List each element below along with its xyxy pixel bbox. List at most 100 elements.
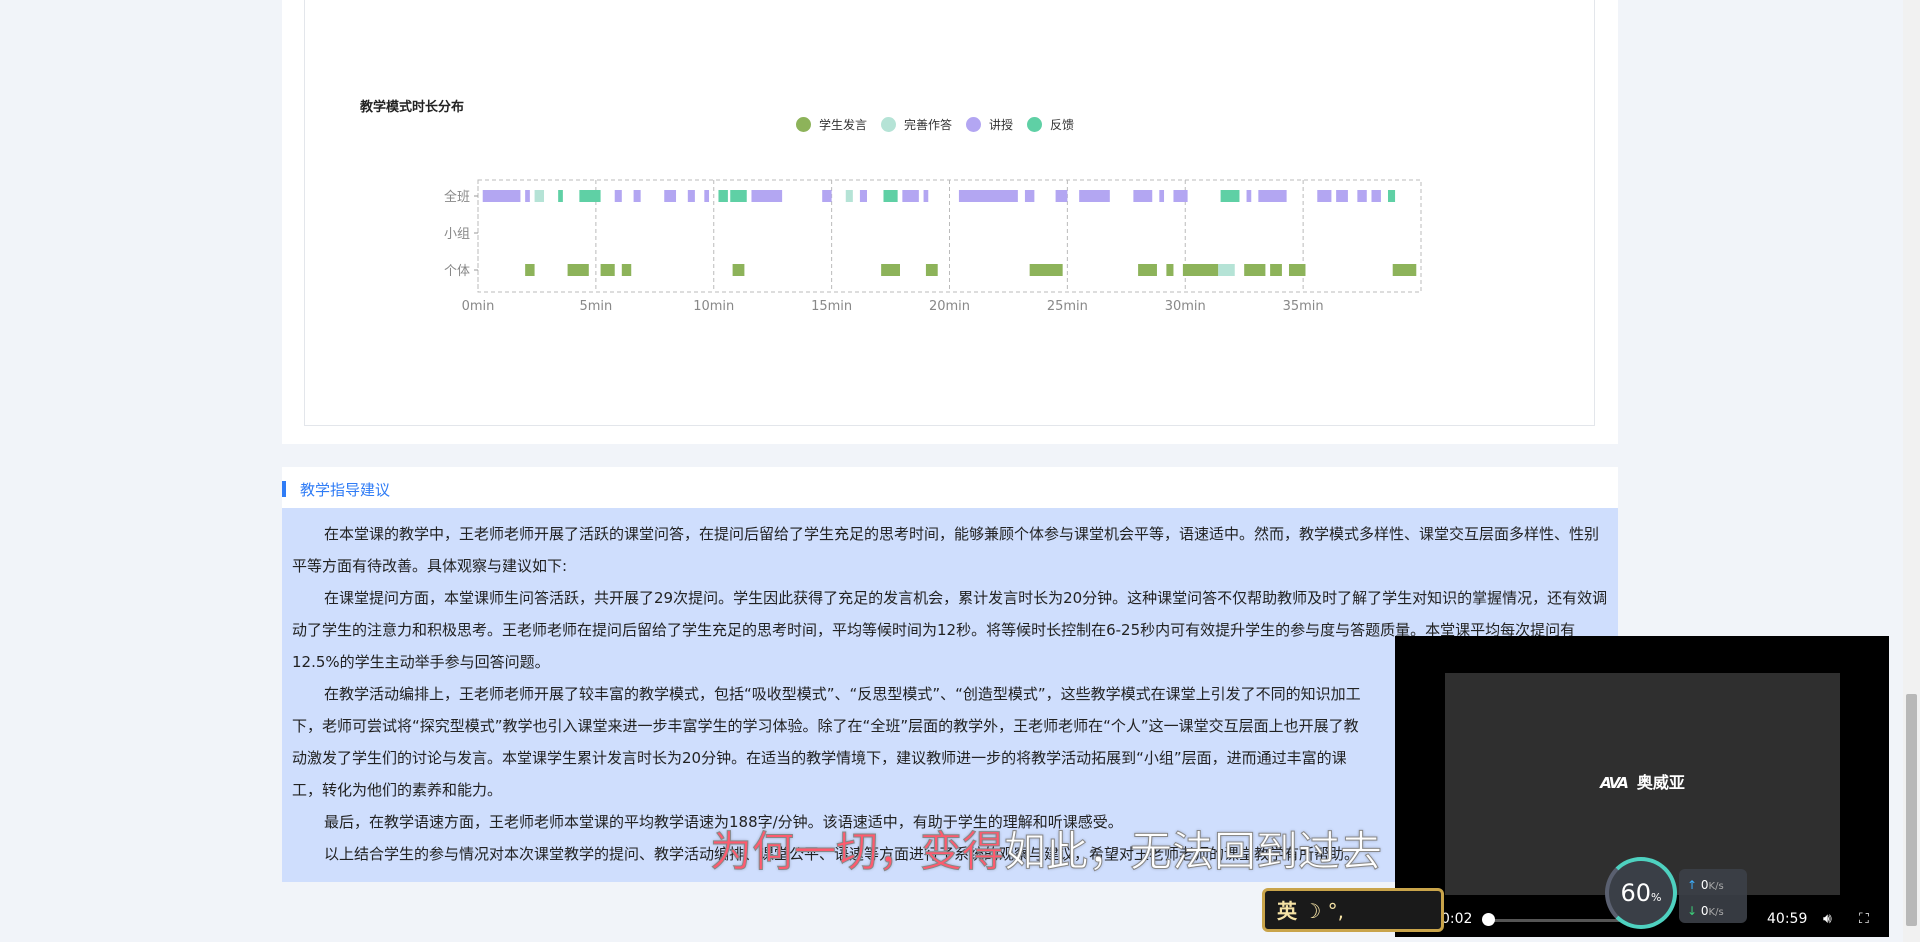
timeline-segment bbox=[482, 190, 521, 202]
timeline-segment bbox=[525, 264, 535, 276]
usage-percent: 60 bbox=[1620, 879, 1652, 907]
download-speed: 0 bbox=[1700, 904, 1709, 918]
y-tick-label: 全班 bbox=[444, 189, 470, 205]
timeline-segment bbox=[925, 264, 938, 276]
x-tick-label: 5min bbox=[579, 299, 612, 314]
timeline-segment bbox=[718, 190, 728, 202]
netspeed-widget[interactable]: 60% ↑ 0K/s ↓ 0K/s bbox=[1605, 855, 1755, 935]
total-time: 40:59 bbox=[1767, 911, 1808, 927]
y-tick-label: 小组 bbox=[444, 227, 470, 242]
download-arrow-icon: ↓ bbox=[1687, 904, 1698, 918]
timeline-segment bbox=[1258, 190, 1287, 202]
legend-item[interactable]: 学生发言 bbox=[796, 116, 867, 133]
timeline-segment bbox=[732, 264, 745, 276]
fullscreen-icon[interactable]: ⛶ bbox=[1859, 911, 1869, 927]
timeline-segment bbox=[1270, 264, 1282, 276]
ava-logo-icon: AVA bbox=[1600, 774, 1629, 792]
timeline-segment bbox=[883, 190, 898, 202]
timeline-segment bbox=[1133, 190, 1153, 202]
timeline-segment bbox=[822, 190, 832, 202]
upload-arrow-icon: ↑ bbox=[1687, 878, 1698, 892]
timeline-segment bbox=[751, 190, 783, 202]
timeline-segment bbox=[633, 190, 641, 202]
x-tick-label: 20min bbox=[929, 299, 970, 314]
timeline-segment bbox=[1079, 190, 1110, 202]
timeline-segment bbox=[664, 190, 677, 202]
legend-item[interactable]: 完善作答 bbox=[881, 116, 952, 133]
chart-legend[interactable]: 学生发言 完善作答 讲授 反馈 bbox=[796, 116, 1074, 133]
timeline-segment bbox=[1024, 190, 1035, 202]
timeline-segment bbox=[1288, 264, 1306, 276]
current-time: 0:02 bbox=[1441, 911, 1473, 927]
x-tick-label: 10min bbox=[693, 299, 734, 314]
timeline-segment bbox=[1392, 264, 1417, 276]
timeline-segment bbox=[600, 264, 615, 276]
timeline-segment bbox=[1173, 190, 1188, 202]
x-tick-label: 30min bbox=[1165, 299, 1206, 314]
timeline-chart: 0min 5min 10min 15min 20min 25min 30min 35min 全班… bbox=[444, 179, 1422, 314]
timeline-segment bbox=[621, 264, 632, 276]
x-tick-label: 0min bbox=[462, 299, 495, 314]
advice-paragraph: 在本堂课的教学中，王老师老师开展了活跃的课堂问答，在提问后留给了学生充足的思考时… bbox=[292, 525, 1600, 575]
timeline-segment bbox=[730, 190, 747, 202]
x-tick-label: 25min bbox=[1047, 299, 1088, 314]
x-tick-label: 15min bbox=[811, 299, 852, 314]
timeline-segment bbox=[1336, 190, 1348, 202]
usage-unit: % bbox=[1651, 890, 1662, 904]
subtitle-part: 如此，无法回到过去 bbox=[1004, 827, 1383, 877]
chart-title: 教学模式时长分布 bbox=[360, 100, 465, 115]
timeline-segment bbox=[579, 190, 601, 202]
legend-label: 学生发言 bbox=[819, 118, 868, 132]
timeline-segment bbox=[687, 190, 695, 202]
timeline-segment bbox=[958, 190, 1018, 202]
timeline-segment bbox=[1029, 264, 1063, 276]
brand-name: 奥威亚 bbox=[1636, 773, 1685, 792]
y-tick-label: 个体 bbox=[444, 264, 470, 279]
timeline-segment bbox=[1246, 190, 1252, 202]
timeline-segment bbox=[534, 190, 545, 202]
timeline-segment bbox=[1244, 264, 1266, 276]
timeline-segment bbox=[1138, 264, 1157, 276]
subtitle-part: 变得 bbox=[920, 827, 1005, 877]
timeline-segment bbox=[1371, 190, 1381, 202]
section-marker bbox=[282, 481, 286, 497]
legend-item[interactable]: 反馈 bbox=[1027, 116, 1074, 133]
timeline-segment bbox=[525, 190, 530, 202]
timeline-segment bbox=[1220, 190, 1240, 202]
timeline-segment bbox=[1317, 190, 1332, 202]
upload-speed: 0 bbox=[1700, 878, 1709, 892]
timeline-segment bbox=[614, 190, 622, 202]
timeline-segment bbox=[558, 190, 563, 202]
timeline-segment bbox=[1055, 190, 1068, 202]
usage-ring: 60% bbox=[1605, 857, 1677, 929]
timeline-segment bbox=[1387, 190, 1396, 202]
ime-symbols[interactable]: ☽ °, bbox=[1303, 899, 1344, 923]
legend-dot-icon bbox=[1027, 117, 1043, 132]
volume-icon[interactable]: 🔊︎ bbox=[1823, 911, 1832, 927]
subtitle-part: 为何一切， bbox=[709, 827, 921, 877]
speed-unit: K/s bbox=[1708, 907, 1724, 918]
speed-unit: K/s bbox=[1708, 881, 1724, 892]
timeline-segment bbox=[902, 190, 919, 202]
page-scrollbar[interactable] bbox=[1903, 0, 1920, 942]
legend-item[interactable]: 讲授 bbox=[966, 116, 1013, 133]
legend-label: 反馈 bbox=[1050, 118, 1075, 132]
timeline-segment bbox=[859, 190, 867, 202]
timeline-segment bbox=[567, 264, 589, 276]
speed-box: ↑ 0K/s ↓ 0K/s bbox=[1679, 869, 1747, 923]
brand-logo: AVA 奥威亚 bbox=[1445, 769, 1840, 793]
timeline-segment bbox=[881, 264, 900, 276]
legend-label: 讲授 bbox=[989, 118, 1014, 132]
timeline-segment bbox=[845, 190, 853, 202]
scroll-thumb[interactable] bbox=[1906, 694, 1917, 926]
advice-title: 教学指导建议 bbox=[300, 480, 391, 499]
progress-knob[interactable] bbox=[1482, 913, 1495, 926]
timeline-segment bbox=[1357, 190, 1367, 202]
legend-dot-icon bbox=[966, 117, 982, 132]
ime-toolbar[interactable]: 英 ☽ °, bbox=[1262, 888, 1444, 932]
timeline-segment bbox=[1159, 190, 1165, 202]
timeline-segment bbox=[1182, 264, 1219, 276]
ime-lang[interactable]: 英 bbox=[1277, 899, 1297, 923]
timeline-segment bbox=[1218, 264, 1235, 276]
timeline-segment bbox=[1166, 264, 1174, 276]
